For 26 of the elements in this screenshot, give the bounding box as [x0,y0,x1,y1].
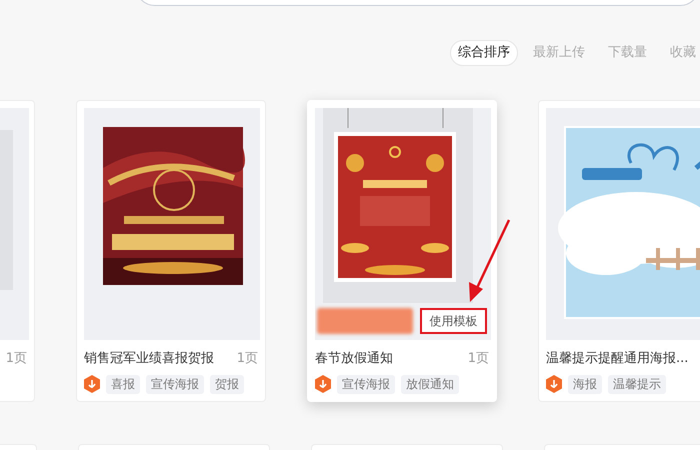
sort-tab[interactable]: 收藏 [662,40,700,66]
brand-icon [546,375,562,393]
template-card[interactable]: 温馨提示提醒通用海报... 海报 温馨提示 [538,100,700,402]
template-card[interactable]: 使用模板 春节放假通知 1页 宣传海报 放假通知 [307,100,497,402]
sort-tab[interactable]: 最新上传 [525,40,593,66]
page-count: 1页 [468,350,489,367]
use-template-button[interactable]: 使用模板 [420,308,487,334]
brand-icon [84,375,100,393]
tag[interactable]: 宣传海报 [146,374,204,394]
blurred-button[interactable] [317,308,413,334]
sort-tab[interactable]: 综合排序 [450,40,518,66]
brand-icon [315,375,331,393]
template-card[interactable]: 销售冠军业绩喜报贺报 1页 喜报 宣传海报 贺报 [76,100,266,402]
card-title[interactable]: 春节放假通知 [315,349,393,367]
card-title[interactable]: 温馨提示提醒通用海报... [546,349,688,367]
sort-tab[interactable]: 下载量 [600,40,655,66]
tag[interactable]: 海报 [568,374,602,394]
template-card[interactable]: 1页 [0,100,35,402]
tag[interactable]: 宣传海报 [337,374,395,394]
tag[interactable]: 放假通知 [401,374,459,394]
page-count: 1页 [6,350,27,367]
card-title[interactable]: 销售冠军业绩喜报贺报 [84,349,214,367]
page-count: 1页 [236,350,258,367]
tag[interactable]: 喜报 [106,374,140,394]
tag[interactable]: 贺报 [210,374,244,394]
tag[interactable]: 温馨提示 [608,374,666,394]
